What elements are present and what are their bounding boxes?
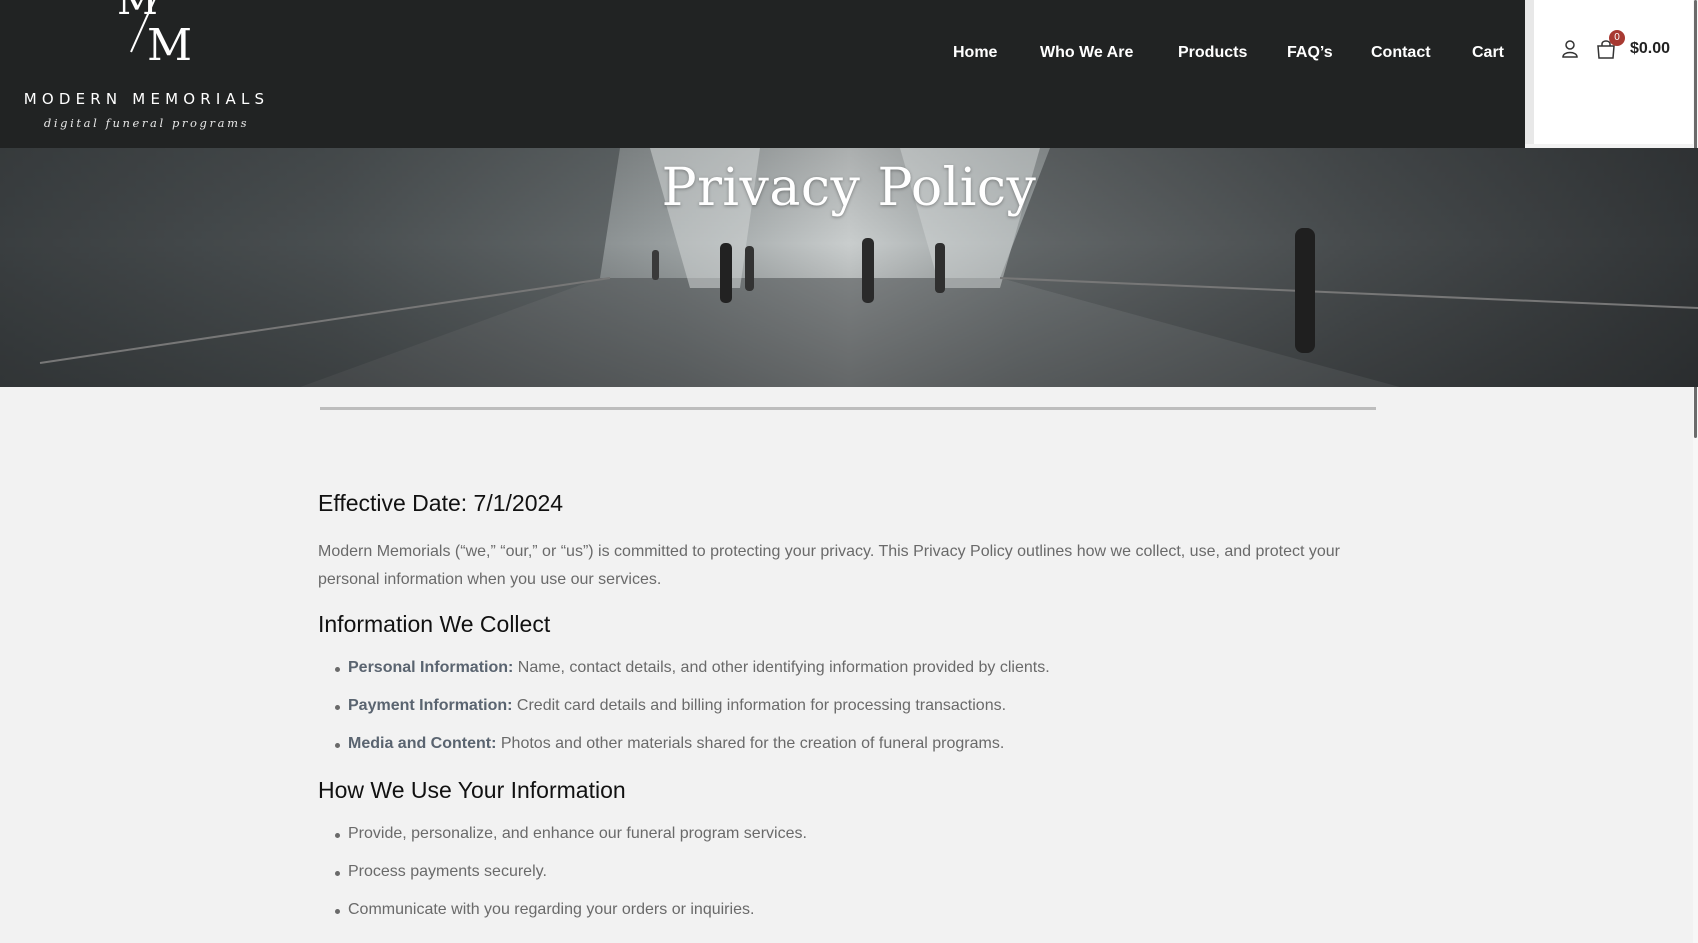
cart-total[interactable]: $0.00 [1630,40,1670,58]
main-nav: Home Who We Are Products FAQ’s Contact C… [0,44,1525,64]
logo-tagline: digital funeral programs [43,116,250,130]
list-item-text: Credit card details and billing informat… [512,697,1007,714]
nav-faqs[interactable]: FAQ’s [1287,44,1333,62]
list-item-text: Process payments securely. [348,863,547,880]
use-heading: How We Use Your Information [318,777,626,803]
page-title: Privacy Policy [661,158,1037,218]
content-divider [320,407,1376,410]
list-item-text: Name, contact details, and other identif… [513,659,1050,676]
bullet-icon [335,909,340,914]
site-logo[interactable]: M M MODERN MEMORIALS digital funeral pro… [14,0,279,140]
nav-cart[interactable]: Cart [1472,44,1504,62]
hero-banner: Privacy Policy [0,148,1698,387]
cart-count-badge: 0 [1609,30,1625,46]
utility-panel [1525,0,1698,144]
list-item-text: Communicate with you regarding your orde… [348,901,755,918]
user-icon[interactable] [1562,40,1578,58]
list-item-label: Payment Information: [348,697,513,714]
nav-contact[interactable]: Contact [1371,44,1431,62]
bullet-icon [335,705,340,710]
bullet-icon [335,871,340,876]
list-item-text: Photos and other materials shared for th… [496,735,1005,752]
list-item-label: Personal Information: [348,659,514,676]
list-item-text: Provide, personalize, and enhance our fu… [348,825,807,842]
intro-paragraph: Modern Memorials (“we,” “our,” or “us”) … [318,543,1340,588]
nav-home[interactable]: Home [953,44,997,62]
site-header: M M MODERN MEMORIALS digital funeral pro… [0,0,1525,148]
logo-name: MODERN MEMORIALS [23,90,270,108]
bullet-icon [335,833,340,838]
nav-who-we-are[interactable]: Who We Are [1040,44,1133,62]
nav-products[interactable]: Products [1178,44,1247,62]
list-item-label: Media and Content: [348,735,497,752]
effective-date-heading: Effective Date: 7/1/2024 [318,490,564,516]
bullet-icon [335,743,340,748]
bullet-icon [335,667,340,672]
collect-heading: Information We Collect [318,611,551,637]
